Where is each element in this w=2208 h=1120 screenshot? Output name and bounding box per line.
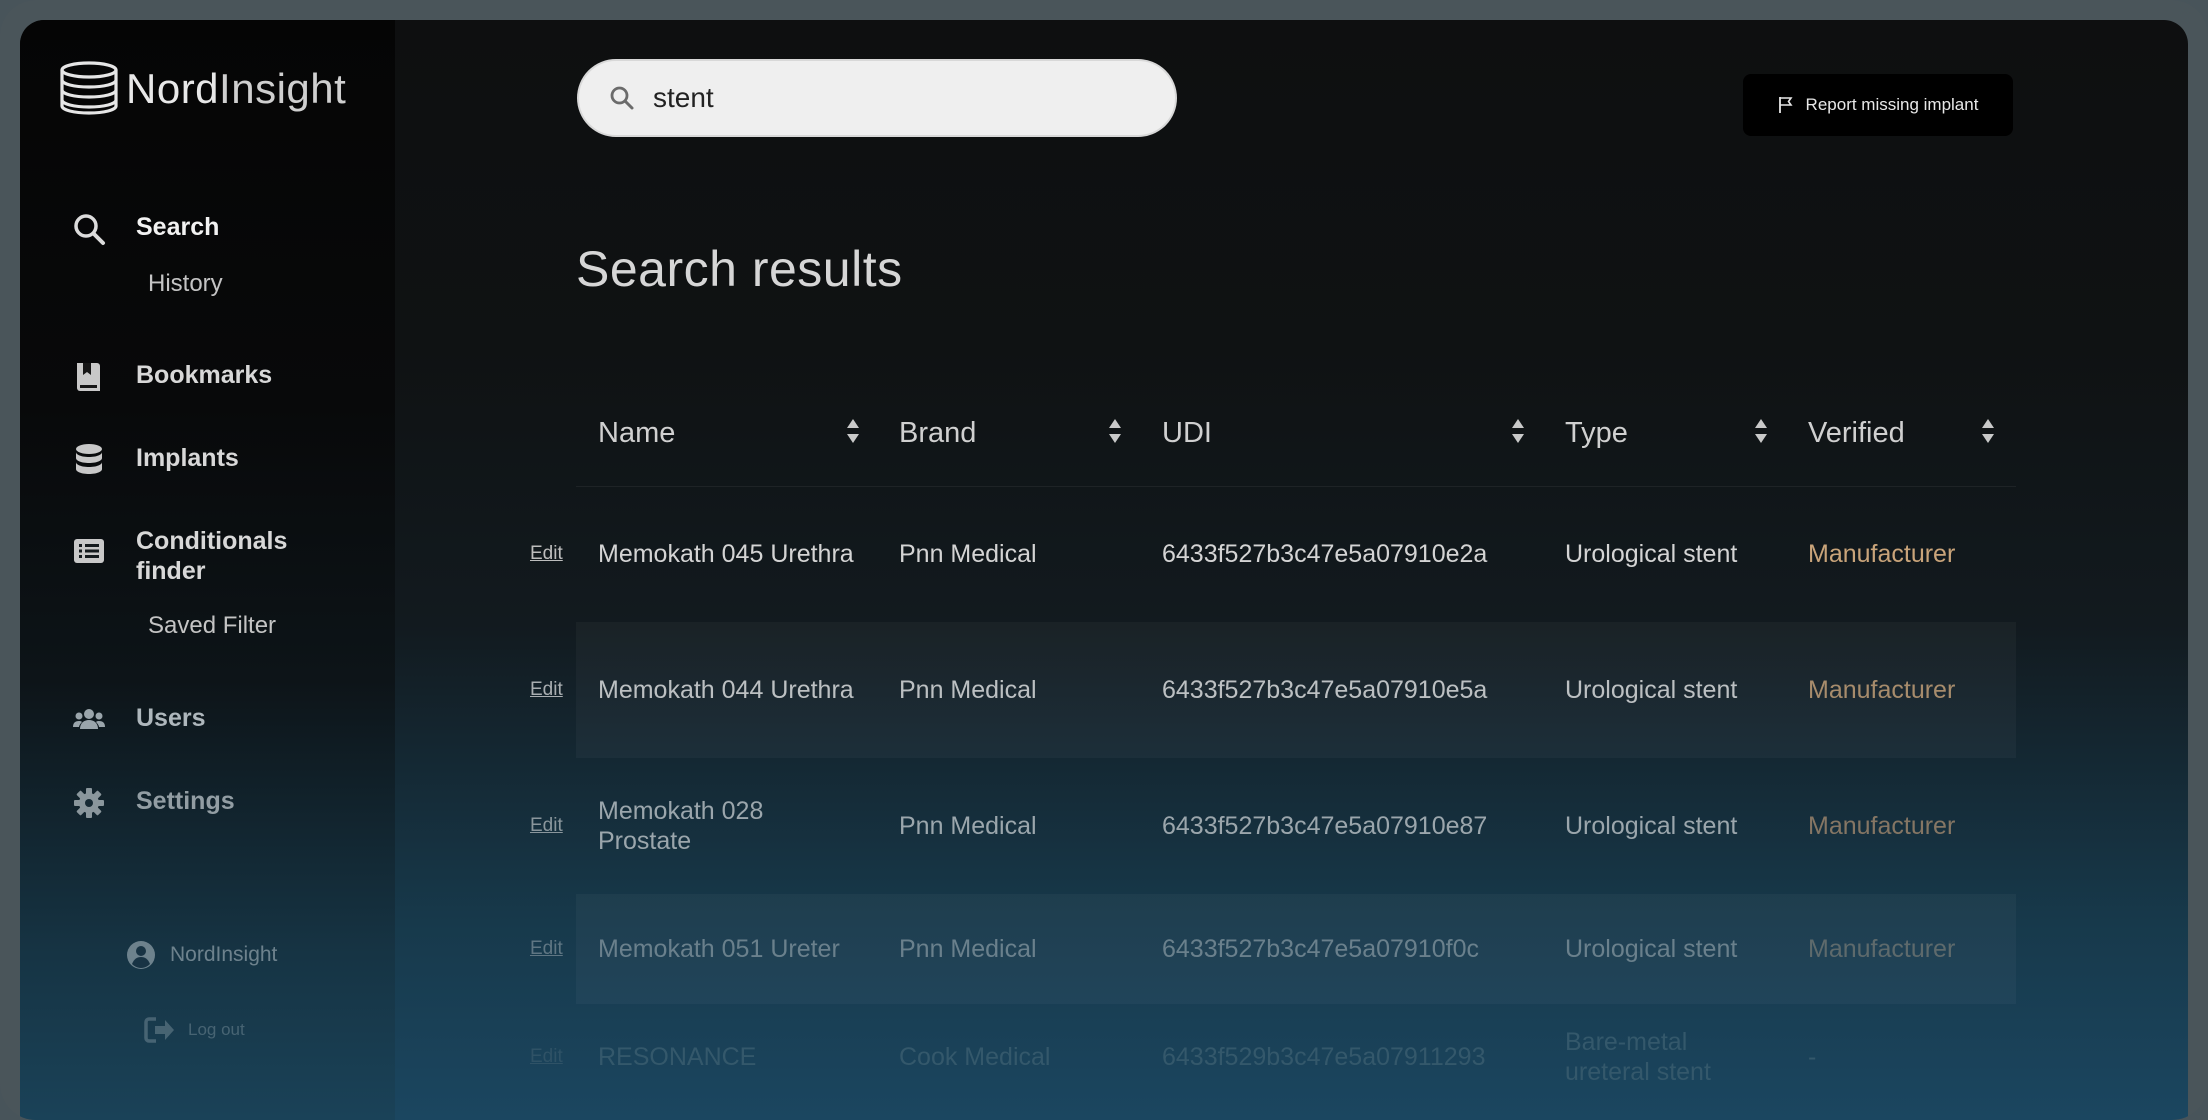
sidebar-item-settings[interactable]: Settings	[72, 786, 235, 820]
sidebar-subitem-history[interactable]: History	[148, 270, 223, 298]
sidebar: NordInsight Search History Bookmarks Imp…	[20, 20, 395, 1120]
table-row[interactable]: Edit Memokath 028 Prostate Pnn Medical 6…	[530, 758, 2016, 894]
table-row[interactable]: Edit Memokath 051 Ureter Pnn Medical 643…	[530, 894, 2016, 1004]
sort-icon[interactable]	[1511, 417, 1525, 445]
search-input[interactable]	[651, 81, 1135, 115]
page-title: Search results	[576, 241, 903, 297]
cell-verified: Manufacturer	[1808, 540, 1956, 568]
column-header-label: UDI	[1162, 416, 1212, 449]
cell-name: Memokath 028 Prostate	[598, 797, 764, 855]
logout-icon	[144, 1017, 174, 1043]
table-header: Name Brand UDI Type Verified	[576, 380, 2016, 487]
column-header-brand[interactable]: Brand	[899, 380, 976, 486]
logout-button[interactable]: Log out	[144, 1016, 245, 1044]
list-icon	[72, 534, 106, 568]
search-icon	[72, 212, 106, 246]
sidebar-subitem-saved-filter[interactable]: Saved Filter	[148, 612, 276, 640]
report-missing-implant-button[interactable]: Report missing implant	[1743, 74, 2013, 136]
avatar-icon	[127, 941, 155, 969]
profile[interactable]: NordInsight	[126, 940, 277, 970]
cell-name: Memokath 051 Ureter	[598, 935, 840, 963]
sidebar-item-bookmarks[interactable]: Bookmarks	[72, 360, 272, 394]
edit-link[interactable]: Edit	[530, 486, 563, 622]
cell-brand: Pnn Medical	[899, 935, 1037, 963]
sidebar-item-label: Conditionals finder	[136, 527, 288, 585]
column-header-udi[interactable]: UDI	[1162, 380, 1212, 486]
cell-brand: Pnn Medical	[899, 812, 1037, 840]
cell-type: Bare-metal ureteral stent	[1565, 1028, 1711, 1086]
gear-icon	[72, 786, 106, 820]
column-header-label: Verified	[1808, 416, 1905, 449]
profile-name: NordInsight	[170, 943, 278, 966]
table-row[interactable]: Edit Memokath 045 Urethra Pnn Medical 64…	[530, 486, 2016, 622]
edit-link[interactable]: Edit	[530, 894, 563, 1004]
bookmark-icon	[72, 360, 106, 394]
sidebar-item-label: Implants	[136, 444, 239, 472]
sidebar-item-implants[interactable]: Implants	[72, 443, 239, 477]
cell-udi: 6433f527b3c47e5a07910e2a	[1162, 540, 1488, 568]
column-header-name[interactable]: Name	[598, 380, 675, 486]
cell-udi: 6433f529b3c47e5a07911293	[1162, 1043, 1486, 1071]
sidebar-item-label: Settings	[136, 787, 235, 815]
edit-link[interactable]: Edit	[530, 758, 563, 894]
search-icon	[610, 86, 634, 110]
users-icon	[72, 703, 106, 737]
search-bar[interactable]	[577, 59, 1177, 137]
table-row[interactable]: Edit Memokath 044 Urethra Pnn Medical 64…	[530, 622, 2016, 758]
sidebar-item-label: Bookmarks	[136, 361, 273, 389]
logo-text-light: Insight	[219, 65, 347, 112]
column-header-verified[interactable]: Verified	[1808, 380, 1905, 486]
sort-icon[interactable]	[1981, 417, 1995, 445]
cell-verified: Manufacturer	[1808, 935, 1956, 963]
column-header-label: Brand	[899, 416, 977, 449]
cell-udi: 6433f527b3c47e5a07910e87	[1162, 812, 1488, 840]
cell-name: RESONANCE	[598, 1043, 757, 1071]
edit-link[interactable]: Edit	[530, 622, 563, 758]
flag-icon	[1778, 97, 1793, 113]
database-logo-icon	[60, 61, 118, 115]
column-header-type[interactable]: Type	[1565, 380, 1628, 486]
cell-brand: Cook Medical	[899, 1043, 1051, 1071]
cell-udi: 6433f527b3c47e5a07910e5a	[1162, 676, 1488, 704]
window-frame: NordInsight Search History Bookmarks Imp…	[0, 0, 2208, 1120]
sidebar-item-conditionals-finder[interactable]: Conditionals finder	[72, 526, 336, 586]
report-button-label: Report missing implant	[1805, 95, 1979, 114]
logo-text-bold: Nord	[126, 65, 220, 112]
sort-icon[interactable]	[1754, 417, 1768, 445]
cell-verified: Manufacturer	[1808, 812, 1956, 840]
cell-brand: Pnn Medical	[899, 676, 1037, 704]
cell-name: Memokath 045 Urethra	[598, 540, 854, 568]
cell-type: Urological stent	[1565, 812, 1738, 840]
cell-type: Urological stent	[1565, 540, 1738, 568]
sidebar-item-label: Search	[136, 213, 220, 241]
logo-text: NordInsight	[126, 65, 346, 113]
sort-icon[interactable]	[846, 417, 860, 445]
column-header-label: Type	[1565, 416, 1628, 449]
column-header-label: Name	[598, 416, 676, 449]
sidebar-item-search[interactable]: Search	[72, 212, 219, 246]
cell-name: Memokath 044 Urethra	[598, 676, 854, 704]
cell-udi: 6433f527b3c47e5a07910f0c	[1162, 935, 1479, 963]
cell-type: Urological stent	[1565, 935, 1738, 963]
sidebar-item-users[interactable]: Users	[72, 703, 206, 737]
sort-icon[interactable]	[1108, 417, 1122, 445]
app-window: NordInsight Search History Bookmarks Imp…	[20, 20, 2188, 1120]
cell-brand: Pnn Medical	[899, 540, 1037, 568]
cell-verified: Manufacturer	[1808, 676, 1956, 704]
edit-link[interactable]: Edit	[530, 1004, 563, 1110]
cell-verified: -	[1808, 1043, 1817, 1071]
logout-label: Log out	[188, 1020, 245, 1039]
table-row[interactable]: Edit RESONANCE Cook Medical 6433f529b3c4…	[530, 1004, 2016, 1110]
database-icon	[72, 443, 106, 477]
logo[interactable]: NordInsight	[58, 60, 346, 118]
cell-type: Urological stent	[1565, 676, 1738, 704]
sidebar-item-label: Users	[136, 704, 206, 732]
